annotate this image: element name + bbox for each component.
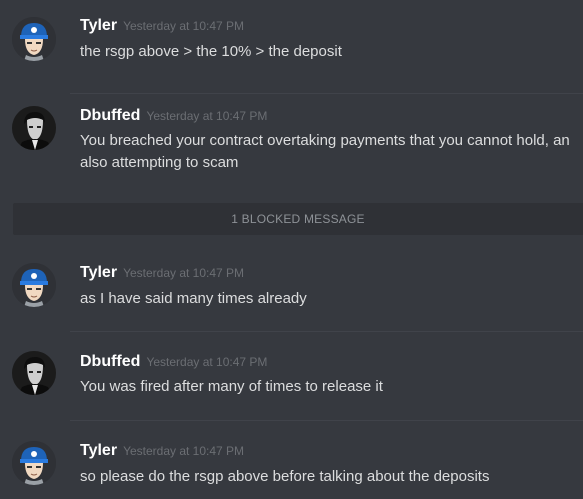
timestamp: Yesterday at 10:47 PM bbox=[146, 109, 268, 123]
message-header: Tyler Yesterday at 10:47 PM bbox=[80, 17, 244, 35]
dbuffed-avatar-icon bbox=[12, 106, 56, 150]
avatar[interactable] bbox=[12, 351, 56, 395]
message-content: the rsgp above > the 10% > the deposit bbox=[80, 41, 583, 63]
message-line: also attempting to scam bbox=[80, 154, 239, 171]
message-content: so please do the rsgp above before talki… bbox=[80, 466, 583, 488]
username[interactable]: Tyler bbox=[80, 442, 117, 459]
message-divider bbox=[70, 331, 583, 332]
message-divider bbox=[70, 93, 583, 94]
message-content: as I have said many times already bbox=[80, 288, 583, 310]
tyler-avatar-icon bbox=[12, 17, 56, 61]
avatar[interactable] bbox=[12, 441, 56, 485]
username[interactable]: Tyler bbox=[80, 264, 117, 281]
avatar[interactable] bbox=[12, 263, 56, 307]
blocked-message-bar[interactable]: 1 BLOCKED MESSAGE bbox=[13, 203, 583, 235]
message-header: Dbuffed Yesterday at 10:47 PM bbox=[80, 107, 267, 125]
username[interactable]: Dbuffed bbox=[80, 107, 140, 124]
blocked-message-label[interactable]: 1 BLOCKED MESSAGE bbox=[13, 203, 583, 235]
avatar[interactable] bbox=[12, 17, 56, 61]
timestamp: Yesterday at 10:47 PM bbox=[146, 355, 268, 369]
message-content: You was fired after many of times to rel… bbox=[80, 376, 583, 398]
username[interactable]: Dbuffed bbox=[80, 353, 140, 370]
avatar[interactable] bbox=[12, 106, 56, 150]
timestamp: Yesterday at 10:47 PM bbox=[123, 266, 245, 280]
message-line: You breached your contract overtaking pa… bbox=[80, 132, 570, 149]
timestamp: Yesterday at 10:47 PM bbox=[123, 444, 245, 458]
message-line: so please do the rsgp above before talki… bbox=[80, 468, 490, 485]
timestamp: Yesterday at 10:47 PM bbox=[123, 19, 245, 33]
message-line: the rsgp above > the 10% > the deposit bbox=[80, 43, 342, 60]
message-line: You was fired after many of times to rel… bbox=[80, 378, 383, 395]
dbuffed-avatar-icon bbox=[12, 351, 56, 395]
message-header: Dbuffed Yesterday at 10:47 PM bbox=[80, 353, 267, 371]
chat-messages: Tyler Yesterday at 10:47 PM the rsgp abov… bbox=[0, 0, 583, 499]
username[interactable]: Tyler bbox=[80, 17, 117, 34]
tyler-avatar-icon bbox=[12, 263, 56, 307]
tyler-avatar-icon bbox=[12, 441, 56, 485]
message-divider bbox=[70, 420, 583, 421]
message-content: You breached your contract overtaking pa… bbox=[80, 130, 583, 174]
message-header: Tyler Yesterday at 10:47 PM bbox=[80, 442, 244, 460]
message-header: Tyler Yesterday at 10:47 PM bbox=[80, 264, 244, 282]
message-line: as I have said many times already bbox=[80, 290, 307, 307]
